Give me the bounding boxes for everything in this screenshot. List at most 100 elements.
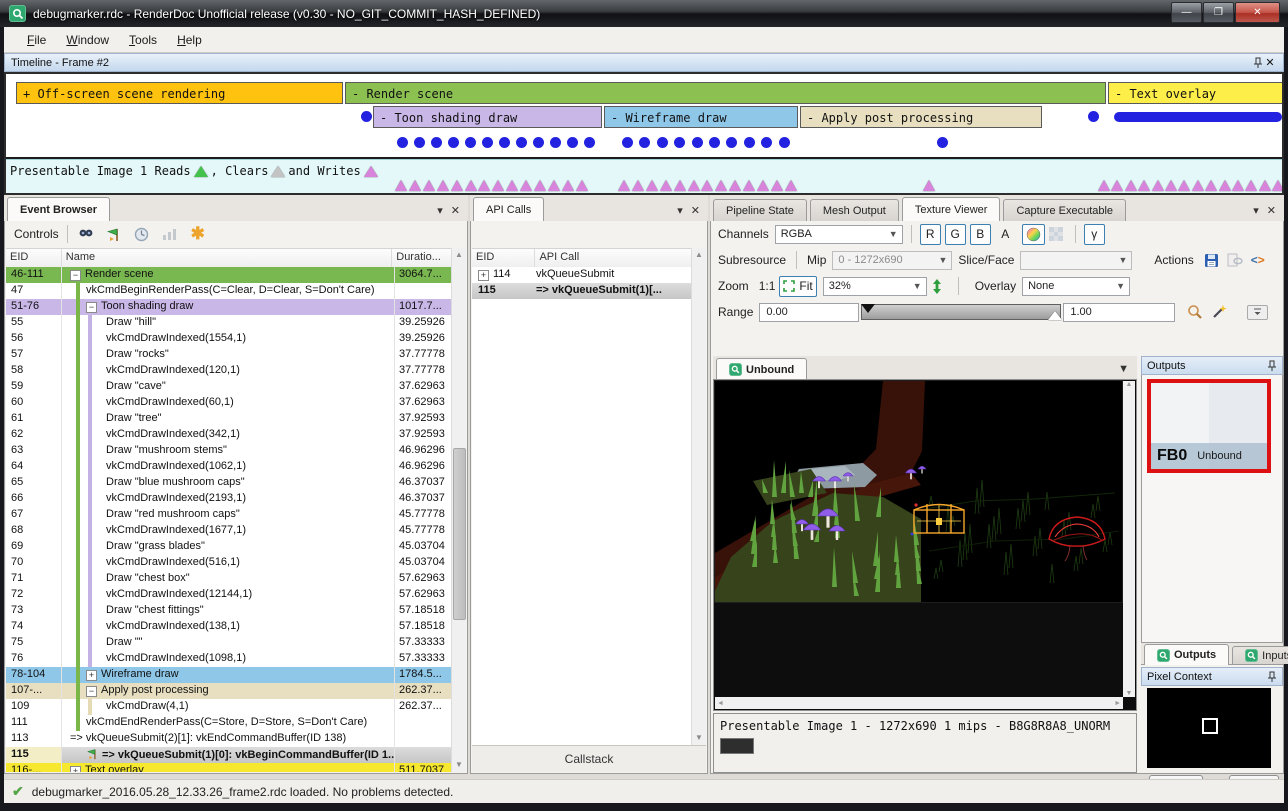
tab-api-calls[interactable]: API Calls	[473, 197, 544, 222]
stats-icon[interactable]	[160, 225, 180, 243]
write-marker-triangle[interactable]	[1111, 180, 1123, 191]
event-row-63[interactable]: 63Draw "mushroom stems"46.96296	[6, 443, 452, 459]
event-row-51-76[interactable]: 51-76−Toon shading draw1017.7...	[6, 299, 452, 315]
panel-menu-icon[interactable]: ▾	[1253, 204, 1259, 217]
timeline-draw-dot[interactable]	[761, 137, 772, 148]
write-marker-triangle[interactable]	[1219, 180, 1231, 191]
texture-list-dropdown-icon[interactable]: ▼	[1118, 363, 1129, 375]
timeline-draw-dot[interactable]	[584, 137, 595, 148]
event-row-69[interactable]: 69Draw "grass blades"45.03704	[6, 539, 452, 555]
extra-controls-button[interactable]	[1247, 305, 1268, 320]
write-marker-triangle[interactable]	[1272, 180, 1284, 191]
write-marker-triangle[interactable]	[423, 180, 435, 191]
timeline-draw-dot[interactable]	[465, 137, 476, 148]
pixel-context-view[interactable]	[1147, 688, 1271, 768]
timeline-bar[interactable]: - Apply post processing	[800, 106, 1042, 128]
bookmark-flag-icon[interactable]	[104, 225, 124, 243]
timeline-draw-dot[interactable]	[516, 137, 527, 148]
event-row-75[interactable]: 75Draw ""57.33333	[6, 635, 452, 651]
menu-file[interactable]: File	[18, 30, 55, 50]
api-call-row-115[interactable]: 115=> vkQueueSubmit(1)[...	[472, 283, 692, 299]
overlay-select[interactable]: None▼	[1022, 277, 1130, 296]
texture-canvas[interactable]: ▲▼ ◄►	[713, 379, 1137, 711]
texture-hscrollbar[interactable]: ◄►	[715, 697, 1123, 709]
timeline-draw-dot[interactable]	[692, 137, 703, 148]
timeline-bar[interactable]: - Wireframe draw	[604, 106, 798, 128]
timeline-panel-header[interactable]: Timeline - Frame #2 ✕	[4, 53, 1284, 72]
flip-vertical-icon[interactable]	[927, 276, 948, 297]
event-table-header[interactable]: EIDNameDuratio...	[6, 248, 452, 268]
event-row-55[interactable]: 55Draw "hill"39.25926	[6, 315, 452, 331]
write-marker-triangle[interactable]	[701, 180, 713, 191]
fb0-thumbnail[interactable]: FB0 Unbound	[1147, 379, 1271, 473]
write-marker-triangle[interactable]	[465, 180, 477, 191]
timeline-draw-dot[interactable]	[779, 137, 790, 148]
timeline-draw-dot[interactable]	[448, 137, 459, 148]
timeline-draw-dot[interactable]	[361, 111, 372, 122]
expand-icon[interactable]: +	[86, 670, 97, 681]
channel-r-button[interactable]: R	[920, 224, 941, 245]
menu-window[interactable]: Window	[57, 30, 118, 50]
alpha-checker-button[interactable]	[1045, 224, 1067, 245]
zoom-select[interactable]: 32%▼	[823, 277, 927, 296]
timeline[interactable]: + Off-screen scene rendering- Render sce…	[4, 72, 1284, 195]
write-marker-triangle[interactable]	[548, 180, 560, 191]
event-row-66[interactable]: 66vkCmdDrawIndexed(2193,1)46.37037	[6, 491, 452, 507]
collapse-icon[interactable]: −	[86, 686, 97, 697]
event-row-107-...[interactable]: 107-...−Apply post processing262.37...	[6, 683, 452, 699]
timeline-bar[interactable]: - Render scene	[345, 82, 1106, 104]
event-row-68[interactable]: 68vkCmdDrawIndexed(1677,1)45.77778	[6, 523, 452, 539]
tab-mesh-output[interactable]: Mesh Output	[810, 199, 899, 221]
time-icon[interactable]	[132, 225, 152, 243]
write-marker-triangle[interactable]	[534, 180, 546, 191]
write-marker-triangle[interactable]	[409, 180, 421, 191]
api-call-row-114[interactable]: +114vkQueueSubmit	[472, 267, 692, 283]
menu-tools[interactable]: Tools	[120, 30, 166, 50]
write-marker-triangle[interactable]	[562, 180, 574, 191]
channel-a-button[interactable]: A	[995, 224, 1016, 245]
slice-face-select[interactable]: ▼	[1020, 251, 1132, 270]
timeline-draw-dot[interactable]	[499, 137, 510, 148]
channel-b-button[interactable]: B	[970, 224, 991, 245]
timeline-draw-dot[interactable]	[937, 137, 948, 148]
event-row-109[interactable]: 109vkCmdDraw(4,1)262.37...	[6, 699, 452, 715]
write-marker-triangle[interactable]	[1138, 180, 1150, 191]
autofit-wand-icon[interactable]	[1207, 302, 1231, 323]
find-icon[interactable]	[76, 225, 96, 243]
color-wheel-button[interactable]	[1022, 224, 1045, 245]
event-row-58[interactable]: 58vkCmdDrawIndexed(120,1)37.77778	[6, 363, 452, 379]
settings-star-icon[interactable]: ✱	[188, 225, 208, 243]
event-scrollbar[interactable]: ▲ ▼	[451, 248, 466, 772]
tab-capture-executable[interactable]: Capture Executable	[1003, 199, 1126, 221]
api-table-header[interactable]: EIDAPI Call	[472, 248, 692, 268]
event-row-65[interactable]: 65Draw "blue mushroom caps"46.37037	[6, 475, 452, 491]
timeline-draw-dot[interactable]	[674, 137, 685, 148]
channels-select[interactable]: RGBA▼	[775, 225, 903, 244]
zoom-fit-button[interactable]: Fit	[779, 276, 816, 297]
event-row-59[interactable]: 59Draw "cave"37.62963	[6, 379, 452, 395]
timeline-draw-dot[interactable]	[709, 137, 720, 148]
timeline-draw-dot[interactable]	[482, 137, 493, 148]
event-row-70[interactable]: 70vkCmdDrawIndexed(516,1)45.03704	[6, 555, 452, 571]
range-white-point-handle[interactable]	[1048, 311, 1062, 320]
write-marker-triangle[interactable]	[478, 180, 490, 191]
panel-menu-icon[interactable]: ▾	[677, 204, 683, 217]
timeline-draw-dot[interactable]	[533, 137, 544, 148]
event-row-57[interactable]: 57Draw "rocks"37.77778	[6, 347, 452, 363]
event-row-78-104[interactable]: 78-104+Wireframe draw1784.5...	[6, 667, 452, 683]
event-row-73[interactable]: 73Draw "chest fittings"57.18518	[6, 603, 452, 619]
event-row-61[interactable]: 61Draw "tree"37.92593	[6, 411, 452, 427]
write-marker-triangle[interactable]	[660, 180, 672, 191]
write-marker-triangle[interactable]	[618, 180, 630, 191]
expand-icon[interactable]: +	[70, 766, 81, 772]
event-row-47[interactable]: 47vkCmdBeginRenderPass(C=Clear, D=Clear,…	[6, 283, 452, 299]
write-marker-triangle[interactable]	[451, 180, 463, 191]
api-table[interactable]: +114vkQueueSubmit115=> vkQueueSubmit(1)[…	[472, 267, 692, 745]
timeline-draw-dot[interactable]	[397, 137, 408, 148]
range-slider[interactable]	[861, 304, 1061, 320]
timeline-draw-dot[interactable]	[1088, 111, 1099, 122]
zoom-range-icon[interactable]	[1183, 302, 1207, 323]
column-header-apicall[interactable]: API Call	[535, 249, 692, 267]
pin-icon[interactable]	[1267, 360, 1277, 372]
event-row-62[interactable]: 62vkCmdDrawIndexed(342,1)37.92593	[6, 427, 452, 443]
